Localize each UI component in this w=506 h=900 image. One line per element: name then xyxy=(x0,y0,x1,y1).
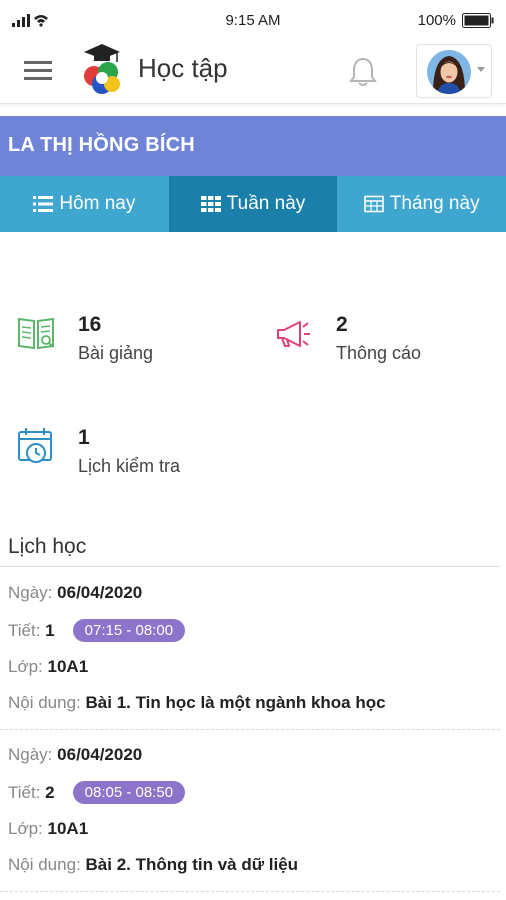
entry-divider xyxy=(0,891,500,892)
entry-date-row: Ngày: 06/04/2020 xyxy=(8,583,142,603)
tab-label: Tuần này xyxy=(226,193,306,214)
calendar-icon xyxy=(363,195,384,213)
entry-date: 06/04/2020 xyxy=(57,745,143,764)
entry-content-row: Nội dung: Bài 2. Thông tin và dữ liệu xyxy=(8,855,298,875)
time-badge: 08:05 - 08:50 xyxy=(72,781,186,804)
tab-this-week[interactable]: Tuần này xyxy=(168,176,338,232)
app-title: Học tập xyxy=(138,53,228,83)
time-badge: 07:15 - 08:00 xyxy=(72,619,186,642)
schedule-title: Lịch học xyxy=(8,535,87,558)
content-label: Nội dung: xyxy=(8,855,81,874)
hamburger-menu-icon[interactable] xyxy=(24,59,52,81)
entry-class: 10A1 xyxy=(47,819,89,838)
tests-label: Lịch kiểm tra xyxy=(78,456,181,476)
divider xyxy=(0,566,500,567)
lessons-label: Bài giảng xyxy=(78,343,154,363)
entry-period-row: Tiết: 1 07:15 - 08:00 xyxy=(8,619,186,642)
notification-bell-icon[interactable] xyxy=(348,56,378,88)
stat-tests[interactable]: 1 Lịch kiểm tra xyxy=(16,426,236,486)
chevron-down-icon xyxy=(477,67,485,72)
period-label: Tiết: xyxy=(8,621,41,640)
app-logo-icon xyxy=(84,44,120,94)
book-icon xyxy=(18,317,54,350)
entry-period: 2 xyxy=(45,783,55,802)
entry-period-row: Tiết: 2 08:05 - 08:50 xyxy=(8,781,186,804)
student-name: LA THỊ HỒNG BÍCH xyxy=(8,134,195,156)
announcements-label: Thông cáo xyxy=(336,343,422,363)
entry-content: Bài 2. Thông tin và dữ liệu xyxy=(85,855,299,874)
period-tabs: Hôm nay Tuần này Tháng này xyxy=(0,176,506,232)
avatar xyxy=(427,50,471,94)
lessons-count: 16 xyxy=(78,313,102,336)
battery-percent: 100% xyxy=(417,12,456,29)
status-bar: 9:15 AM 100% xyxy=(0,0,506,42)
entry-date-row: Ngày: 06/04/2020 xyxy=(8,745,142,765)
period-label: Tiết: xyxy=(8,783,41,802)
stat-announcements[interactable]: 2 Thông cáo xyxy=(274,313,494,373)
entry-period: 1 xyxy=(45,621,55,640)
tab-label: Tháng này xyxy=(389,193,480,214)
entry-content-row: Nội dung: Bài 1. Tin học là một ngành kh… xyxy=(8,693,386,713)
schedule-entry[interactable]: Ngày: 06/04/2020 Tiết: 1 07:15 - 08:00 Lớ… xyxy=(0,568,500,730)
tab-today[interactable]: Hôm nay xyxy=(0,176,169,232)
date-label: Ngày: xyxy=(8,583,53,602)
tab-label: Hôm nay xyxy=(59,193,136,214)
grid-icon xyxy=(200,196,221,212)
list-icon xyxy=(33,196,54,212)
user-photo-icon xyxy=(427,50,471,94)
entry-date: 06/04/2020 xyxy=(57,583,143,602)
announcements-count: 2 xyxy=(336,313,348,336)
class-label: Lớp: xyxy=(8,819,43,838)
content-label: Nội dung: xyxy=(8,693,81,712)
class-label: Lớp: xyxy=(8,657,43,676)
tests-count: 1 xyxy=(78,426,90,449)
student-name-bar: LA THỊ HỒNG BÍCH xyxy=(0,116,506,176)
date-label: Ngày: xyxy=(8,745,53,764)
entry-class: 10A1 xyxy=(47,657,89,676)
calendar-clock-icon xyxy=(18,428,52,463)
app-bar: Học tập xyxy=(0,42,506,104)
entry-class-row: Lớp: 10A1 xyxy=(8,657,88,677)
entry-content: Bài 1. Tin học là một ngành khoa học xyxy=(85,693,386,712)
schedule-entry[interactable]: Ngày: 06/04/2020 Tiết: 2 08:05 - 08:50 Lớ… xyxy=(0,730,500,892)
tab-this-month[interactable]: Tháng này xyxy=(337,176,506,232)
user-avatar-button[interactable] xyxy=(416,44,492,98)
entry-class-row: Lớp: 10A1 xyxy=(8,819,88,839)
stat-lessons[interactable]: 16 Bài giảng xyxy=(16,313,236,373)
battery-icon xyxy=(462,13,494,28)
megaphone-icon xyxy=(277,321,310,347)
